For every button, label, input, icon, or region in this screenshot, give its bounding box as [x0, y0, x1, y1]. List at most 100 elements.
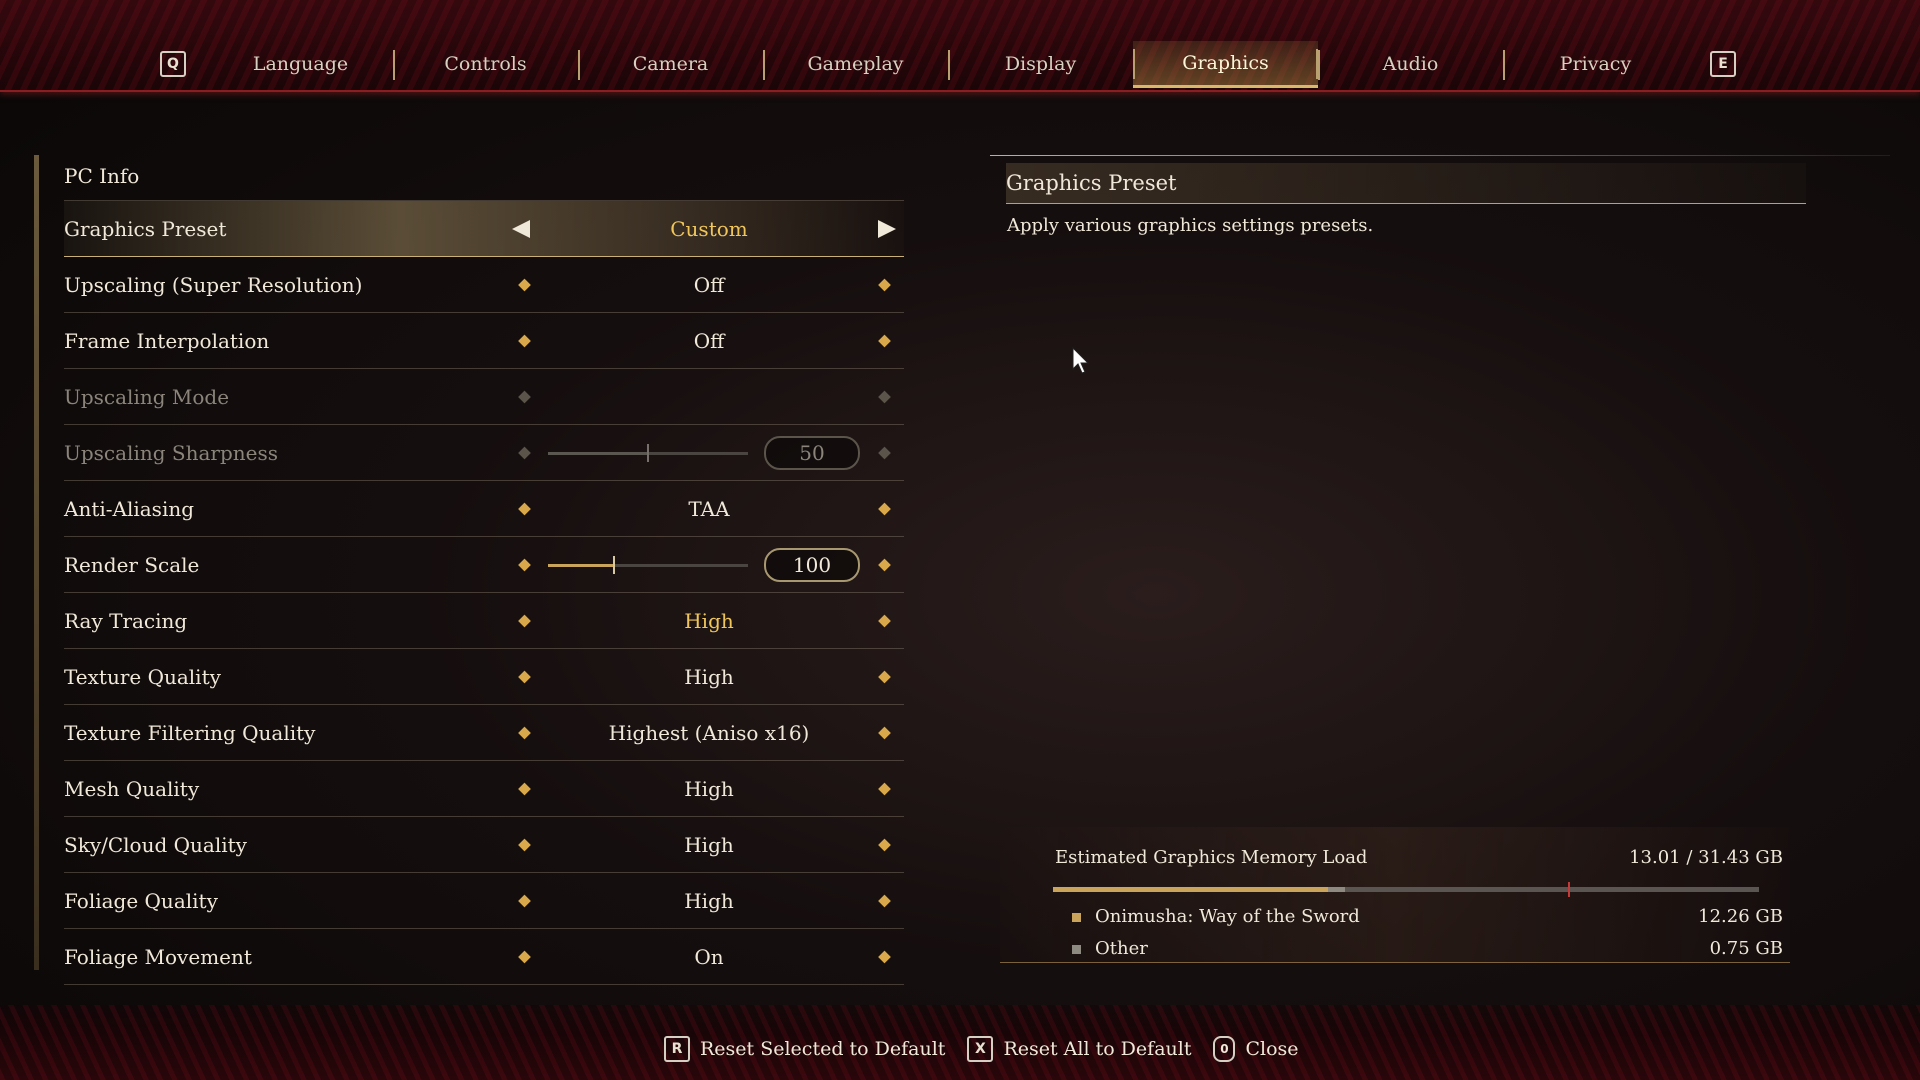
diamond-right-icon[interactable]: [878, 502, 891, 515]
setting-label: Upscaling (Super Resolution): [64, 272, 363, 297]
section-header-label: PC Info: [64, 164, 140, 188]
diamond-right-icon[interactable]: [878, 334, 891, 347]
setting-foliage-movement[interactable]: Foliage Movement On: [64, 929, 904, 985]
sharpness-value-box: 50: [764, 435, 860, 470]
memory-item-name: Other: [1095, 938, 1148, 959]
setting-label: Render Scale: [64, 552, 200, 577]
setting-texture-quality[interactable]: Texture Quality High: [64, 649, 904, 705]
setting-value: High: [684, 832, 734, 857]
diamond-left-icon[interactable]: [518, 558, 531, 571]
diamond-left-icon[interactable]: [518, 334, 531, 347]
diamond-right-icon[interactable]: [878, 894, 891, 907]
setting-foliage-quality[interactable]: Foliage Quality High: [64, 873, 904, 929]
setting-graphics-preset[interactable]: Graphics Preset Custom: [64, 201, 904, 257]
slider-handle[interactable]: [613, 555, 615, 574]
setting-value: Highest (Aniso x16): [608, 720, 810, 745]
diamond-left-icon: [518, 446, 531, 459]
diamond-right-icon: [878, 390, 891, 403]
tab-privacy[interactable]: Privacy: [1503, 42, 1688, 86]
section-header-pc-info[interactable]: PC Info: [64, 152, 904, 201]
setting-label: Upscaling Sharpness: [64, 440, 278, 465]
diamond-left-icon[interactable]: [518, 838, 531, 851]
setting-upscaling-mode: Upscaling Mode: [64, 369, 904, 425]
setting-mesh-quality[interactable]: Mesh Quality High: [64, 761, 904, 817]
diamond-right-icon[interactable]: [878, 782, 891, 795]
memory-item-name: Onimusha: Way of the Sword: [1095, 906, 1360, 927]
hint-label: Reset All to Default: [1003, 1038, 1192, 1060]
slider-handle: [647, 443, 649, 462]
tab-display[interactable]: Display: [948, 42, 1133, 86]
setting-label: Ray Tracing: [64, 608, 188, 633]
setting-texture-filtering[interactable]: Texture Filtering Quality Highest (Aniso…: [64, 705, 904, 761]
divider: [990, 155, 1890, 156]
tab-graphics[interactable]: Graphics: [1133, 40, 1318, 88]
prev-tab-key-icon[interactable]: Q: [160, 51, 186, 77]
slider-fill: [548, 563, 614, 567]
setting-upscaling-sharpness: Upscaling Sharpness 50: [64, 425, 904, 481]
diamond-right-icon[interactable]: [878, 670, 891, 683]
setting-label: Foliage Movement: [64, 944, 252, 969]
reset-selected-button[interactable]: R Reset Selected to Default: [664, 1036, 945, 1062]
diamond-right-icon[interactable]: [878, 838, 891, 851]
diamond-left-icon[interactable]: [518, 670, 531, 683]
diamond-right-icon: [878, 446, 891, 459]
diamond-left-icon[interactable]: [518, 726, 531, 739]
setting-value: Custom: [670, 216, 748, 241]
diamond-left-icon: [518, 390, 531, 403]
diamond-left-icon[interactable]: [518, 950, 531, 963]
zero-key-icon: 0: [1213, 1036, 1236, 1062]
setting-label: Foliage Quality: [64, 888, 218, 913]
diamond-right-icon[interactable]: [878, 278, 891, 291]
diamond-left-icon[interactable]: [518, 782, 531, 795]
tab-language[interactable]: Language: [208, 42, 393, 86]
diamond-right-icon[interactable]: [878, 726, 891, 739]
scroll-indicator[interactable]: [34, 155, 39, 970]
setting-label: Mesh Quality: [64, 776, 200, 801]
diamond-left-icon[interactable]: [518, 278, 531, 291]
diamond-right-icon[interactable]: [878, 558, 891, 571]
setting-value: TAA: [688, 496, 730, 521]
x-key-icon: X: [967, 1036, 994, 1062]
diamond-left-icon[interactable]: [518, 614, 531, 627]
render-scale-value-box[interactable]: 100: [764, 547, 860, 582]
render-scale-slider[interactable]: [548, 555, 748, 574]
tab-controls[interactable]: Controls: [393, 42, 578, 86]
setting-value: High: [684, 776, 734, 801]
arrow-left-icon[interactable]: [512, 219, 530, 238]
diamond-right-icon[interactable]: [878, 950, 891, 963]
close-button[interactable]: 0 Close: [1213, 1036, 1299, 1062]
setting-upscaling[interactable]: Upscaling (Super Resolution) Off: [64, 257, 904, 313]
setting-anti-aliasing[interactable]: Anti-Aliasing TAA: [64, 481, 904, 537]
slider-fill: [548, 451, 648, 455]
arrow-right-icon[interactable]: [878, 219, 896, 238]
legend-square-icon: [1072, 912, 1081, 922]
sharpness-slider: [548, 443, 748, 462]
setting-frame-interpolation[interactable]: Frame Interpolation Off: [64, 313, 904, 369]
hint-label: Reset Selected to Default: [700, 1038, 946, 1060]
memory-limit-marker: [1568, 882, 1571, 897]
setting-value: High: [684, 664, 734, 689]
diamond-left-icon[interactable]: [518, 502, 531, 515]
setting-value: High: [684, 608, 734, 633]
setting-label: Frame Interpolation: [64, 328, 270, 353]
tab-camera[interactable]: Camera: [578, 42, 763, 86]
diamond-right-icon[interactable]: [878, 614, 891, 627]
r-key-icon: R: [664, 1036, 690, 1062]
memory-bar-game-fill: [1053, 887, 1329, 892]
mouse-cursor-icon: [1072, 347, 1090, 374]
memory-item-value: 12.26 GB: [1698, 906, 1783, 927]
memory-bar-other-fill: [1328, 887, 1346, 892]
top-tab-bar: Q Language Controls Camera Gameplay Disp…: [0, 0, 1920, 92]
memory-bar: [1053, 882, 1759, 897]
reset-all-button[interactable]: X Reset All to Default: [967, 1036, 1191, 1062]
next-tab-key-icon[interactable]: E: [1710, 51, 1736, 77]
memory-total: 13.01 / 31.43 GB: [1629, 847, 1783, 868]
tab-audio[interactable]: Audio: [1318, 42, 1503, 86]
tab-gameplay[interactable]: Gameplay: [763, 42, 948, 86]
hint-label: Close: [1245, 1038, 1299, 1060]
setting-render-scale[interactable]: Render Scale 100: [64, 537, 904, 593]
setting-sky-cloud-quality[interactable]: Sky/Cloud Quality High: [64, 817, 904, 873]
settings-list: PC Info Graphics Preset Custom Upscaling…: [64, 152, 904, 985]
setting-ray-tracing[interactable]: Ray Tracing High: [64, 593, 904, 649]
diamond-left-icon[interactable]: [518, 894, 531, 907]
